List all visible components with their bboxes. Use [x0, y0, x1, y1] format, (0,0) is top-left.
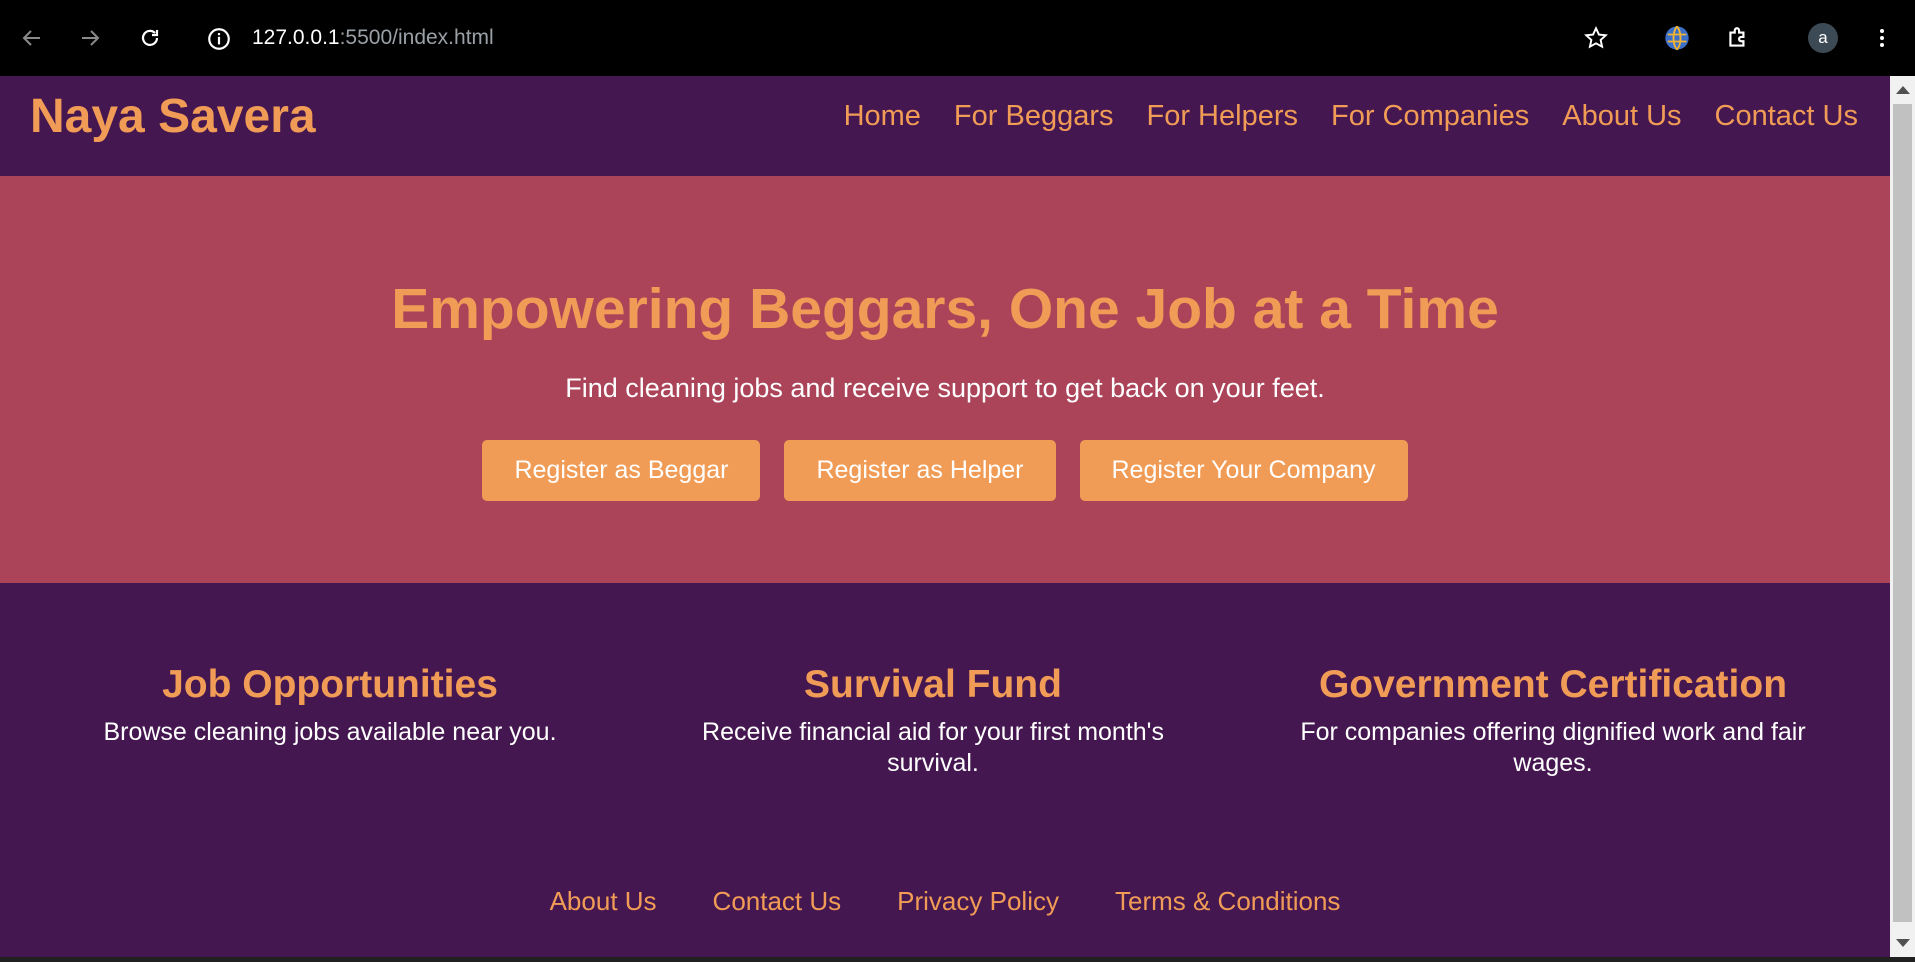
feature-government-certification: Government Certification For companies o…: [1273, 663, 1833, 779]
site-info-icon[interactable]: [206, 26, 232, 57]
feature-title: Government Certification: [1318, 663, 1788, 706]
nav-for-beggars[interactable]: For Beggars: [954, 100, 1114, 133]
url-host: 127.0.0.1: [252, 26, 340, 49]
nav-for-helpers[interactable]: For Helpers: [1147, 100, 1299, 133]
feature-job-opportunities: Job Opportunities Browse cleaning jobs a…: [50, 663, 610, 748]
footer-about-us[interactable]: About Us: [550, 886, 657, 917]
vertical-scrollbar[interactable]: [1890, 76, 1915, 957]
nav-contact-us[interactable]: Contact Us: [1715, 100, 1858, 133]
avatar: a: [1808, 23, 1838, 53]
footer-terms-conditions[interactable]: Terms & Conditions: [1115, 886, 1340, 917]
url-path: :5500/index.html: [339, 26, 494, 49]
back-arrow-icon[interactable]: [12, 18, 52, 58]
site-logo[interactable]: Naya Savera: [30, 89, 316, 144]
site-footer: About Us Contact Us Privacy Policy Terms…: [0, 886, 1890, 917]
site-header: Naya Savera Home For Beggars For Helpers…: [0, 76, 1890, 176]
scroll-down-arrow-icon[interactable]: [1896, 939, 1910, 947]
nav-about-us[interactable]: About Us: [1562, 100, 1681, 133]
register-helper-button[interactable]: Register as Helper: [784, 440, 1056, 501]
feature-title: Survival Fund: [804, 663, 1062, 706]
hero-title: Empowering Beggars, One Job at a Time: [391, 277, 1499, 341]
browser-toolbar: 127.0.0.1:5500/index.html a: [0, 0, 1915, 76]
extensions-puzzle-icon[interactable]: [1718, 18, 1758, 58]
feature-title: Job Opportunities: [162, 663, 498, 706]
footer-contact-us[interactable]: Contact Us: [713, 886, 842, 917]
feature-text: Receive financial aid for your first mon…: [702, 718, 1164, 777]
features-section: Job Opportunities Browse cleaning jobs a…: [0, 583, 1890, 833]
feature-survival-fund: Survival Fund Receive financial aid for …: [653, 663, 1213, 779]
register-company-button[interactable]: Register Your Company: [1079, 440, 1408, 501]
window-bottom-edge: [0, 957, 1915, 962]
footer-privacy-policy[interactable]: Privacy Policy: [897, 886, 1059, 917]
feature-text: For companies offering dignified work an…: [1300, 718, 1806, 777]
hero-subtitle: Find cleaning jobs and receive support t…: [565, 373, 1325, 403]
main-nav: Home For Beggars For Helpers For Compani…: [844, 100, 1858, 133]
nav-for-companies[interactable]: For Companies: [1331, 100, 1529, 133]
register-beggar-button[interactable]: Register as Beggar: [482, 440, 761, 501]
address-bar[interactable]: 127.0.0.1:5500/index.html: [252, 26, 494, 50]
extension-globe-icon[interactable]: [1657, 18, 1697, 58]
profile-avatar-icon[interactable]: a: [1803, 18, 1843, 58]
nav-home[interactable]: Home: [844, 100, 921, 133]
hero-section: Empowering Beggars, One Job at a Time Fi…: [0, 176, 1890, 583]
more-menu-icon[interactable]: [1862, 18, 1902, 58]
bookmark-star-icon[interactable]: [1576, 18, 1616, 58]
scrollbar-thumb[interactable]: [1893, 104, 1912, 922]
page-viewport: Naya Savera Home For Beggars For Helpers…: [0, 76, 1890, 957]
feature-text: Browse cleaning jobs available near you.: [103, 718, 557, 746]
scroll-up-arrow-icon[interactable]: [1896, 86, 1910, 94]
forward-arrow-icon[interactable]: [70, 18, 110, 58]
reload-icon[interactable]: [130, 18, 170, 58]
hero-cta-row: Register as Beggar Register as Helper Re…: [0, 440, 1890, 501]
